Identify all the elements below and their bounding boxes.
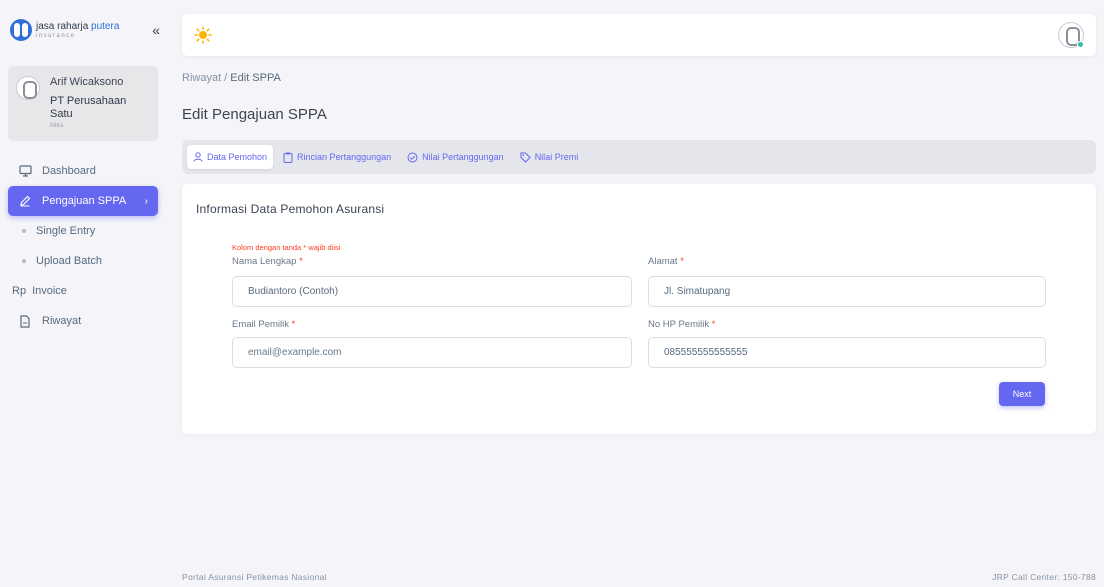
form-tabs: Data Pemohon Rincian Pertanggungan Nilai… xyxy=(182,140,1096,174)
brand-name-part2: putera xyxy=(91,20,120,32)
sun-icon[interactable] xyxy=(194,26,212,44)
rupiah-icon: Rp xyxy=(12,285,27,297)
tab-label: Rincian Pertanggungan xyxy=(297,152,392,162)
tab-rincian-pertanggungan[interactable]: Rincian Pertanggungan xyxy=(277,145,397,169)
topbar xyxy=(182,14,1096,56)
sidebar-item-label: Riwayat xyxy=(42,315,82,327)
tab-nilai-premi[interactable]: Nilai Premi xyxy=(514,145,585,169)
next-button[interactable]: Next xyxy=(999,382,1045,406)
tab-data-pemohon[interactable]: Data Pemohon xyxy=(187,145,274,169)
bullet-icon xyxy=(22,259,26,263)
breadcrumb-separator: / xyxy=(221,72,231,84)
sidebar-item-label: Single Entry xyxy=(36,225,96,237)
collapse-menu-icon[interactable]: « xyxy=(152,23,160,37)
profile-avatar[interactable] xyxy=(1058,22,1084,48)
user-name: Arif Wicaksono xyxy=(50,76,124,88)
user-icon xyxy=(193,152,203,162)
nama-lengkap-label: Nama Lengkap * xyxy=(232,256,303,267)
sidebar-nav: Dashboard Pengajuan SPPA › Single Entry … xyxy=(8,156,158,336)
breadcrumb-parent[interactable]: Riwayat xyxy=(182,72,221,84)
monitor-icon xyxy=(18,164,32,178)
sidebar-item-riwayat[interactable]: Riwayat xyxy=(8,306,158,336)
tag-icon xyxy=(520,152,531,163)
footer-call-center: JRP Call Center: 150-788 xyxy=(992,572,1096,582)
form-title: Informasi Data Pemohon Asuransi xyxy=(196,202,385,216)
user-company: PT Perusahaan Satu xyxy=(50,95,127,121)
breadcrumb-current: Edit SPPA xyxy=(230,72,281,84)
online-status-indicator xyxy=(1077,41,1084,48)
sidebar-item-invoice[interactable]: Rp Invoice xyxy=(8,276,158,306)
sidebar-item-label: Upload Batch xyxy=(36,255,103,267)
sidebar-item-pengajuan-sppa[interactable]: Pengajuan SPPA › xyxy=(8,186,158,216)
email-pemilik-input[interactable] xyxy=(232,337,632,368)
brand-sub: insurance xyxy=(36,32,76,39)
tab-label: Data Pemohon xyxy=(207,152,268,162)
pencil-icon xyxy=(18,194,32,208)
nama-lengkap-input[interactable] xyxy=(232,276,632,307)
clipboard-icon xyxy=(283,152,293,163)
brand-logo xyxy=(10,19,32,41)
no-hp-pemilik-label: No HP Pemilik * xyxy=(648,319,716,330)
check-circle-icon xyxy=(407,152,418,163)
sidebar-item-label: Dashboard xyxy=(42,165,96,177)
alamat-label: Alamat * xyxy=(648,256,684,267)
chevron-right-icon: › xyxy=(144,195,148,207)
sidebar: jasa raharja putera insurance « Arif Wic… xyxy=(0,0,168,587)
alamat-input[interactable] xyxy=(648,276,1046,307)
footer-portal-name: Portal Asuransi Petikemas Nasional xyxy=(182,572,327,582)
sidebar-subitem-upload-batch[interactable]: Upload Batch xyxy=(8,246,158,276)
required-note: Kolom dengan tanda * wajib diisi xyxy=(232,243,341,252)
brand-name-part1: jasa raharja xyxy=(36,20,92,32)
sidebar-subitem-single-entry[interactable]: Single Entry xyxy=(8,216,158,246)
user-role: Mitra xyxy=(50,122,64,129)
no-hp-pemilik-input[interactable] xyxy=(648,337,1046,368)
sidebar-item-label: Pengajuan SPPA xyxy=(42,195,127,207)
brand-name: jasa raharja putera xyxy=(36,20,120,32)
tab-label: Nilai Pertanggungan xyxy=(422,152,504,162)
document-icon xyxy=(18,314,32,328)
tab-label: Nilai Premi xyxy=(534,152,579,162)
brand: jasa raharja putera insurance « xyxy=(10,16,160,44)
sidebar-item-label: Invoice xyxy=(32,285,67,297)
bullet-icon xyxy=(22,229,26,233)
breadcrumb: Riwayat / Edit SPPA xyxy=(182,72,281,84)
user-avatar xyxy=(16,76,40,100)
sidebar-item-dashboard[interactable]: Dashboard xyxy=(8,156,158,186)
user-card: Arif Wicaksono PT Perusahaan Satu Mitra xyxy=(8,66,158,141)
brand-text: jasa raharja putera insurance xyxy=(36,20,120,39)
form-card: Informasi Data Pemohon Asuransi Kolom de… xyxy=(182,184,1096,434)
email-pemilik-label: Email Pemilik * xyxy=(232,319,296,330)
tab-nilai-pertanggungan[interactable]: Nilai Pertanggungan xyxy=(401,145,510,169)
page-title: Edit Pengajuan SPPA xyxy=(182,106,327,123)
